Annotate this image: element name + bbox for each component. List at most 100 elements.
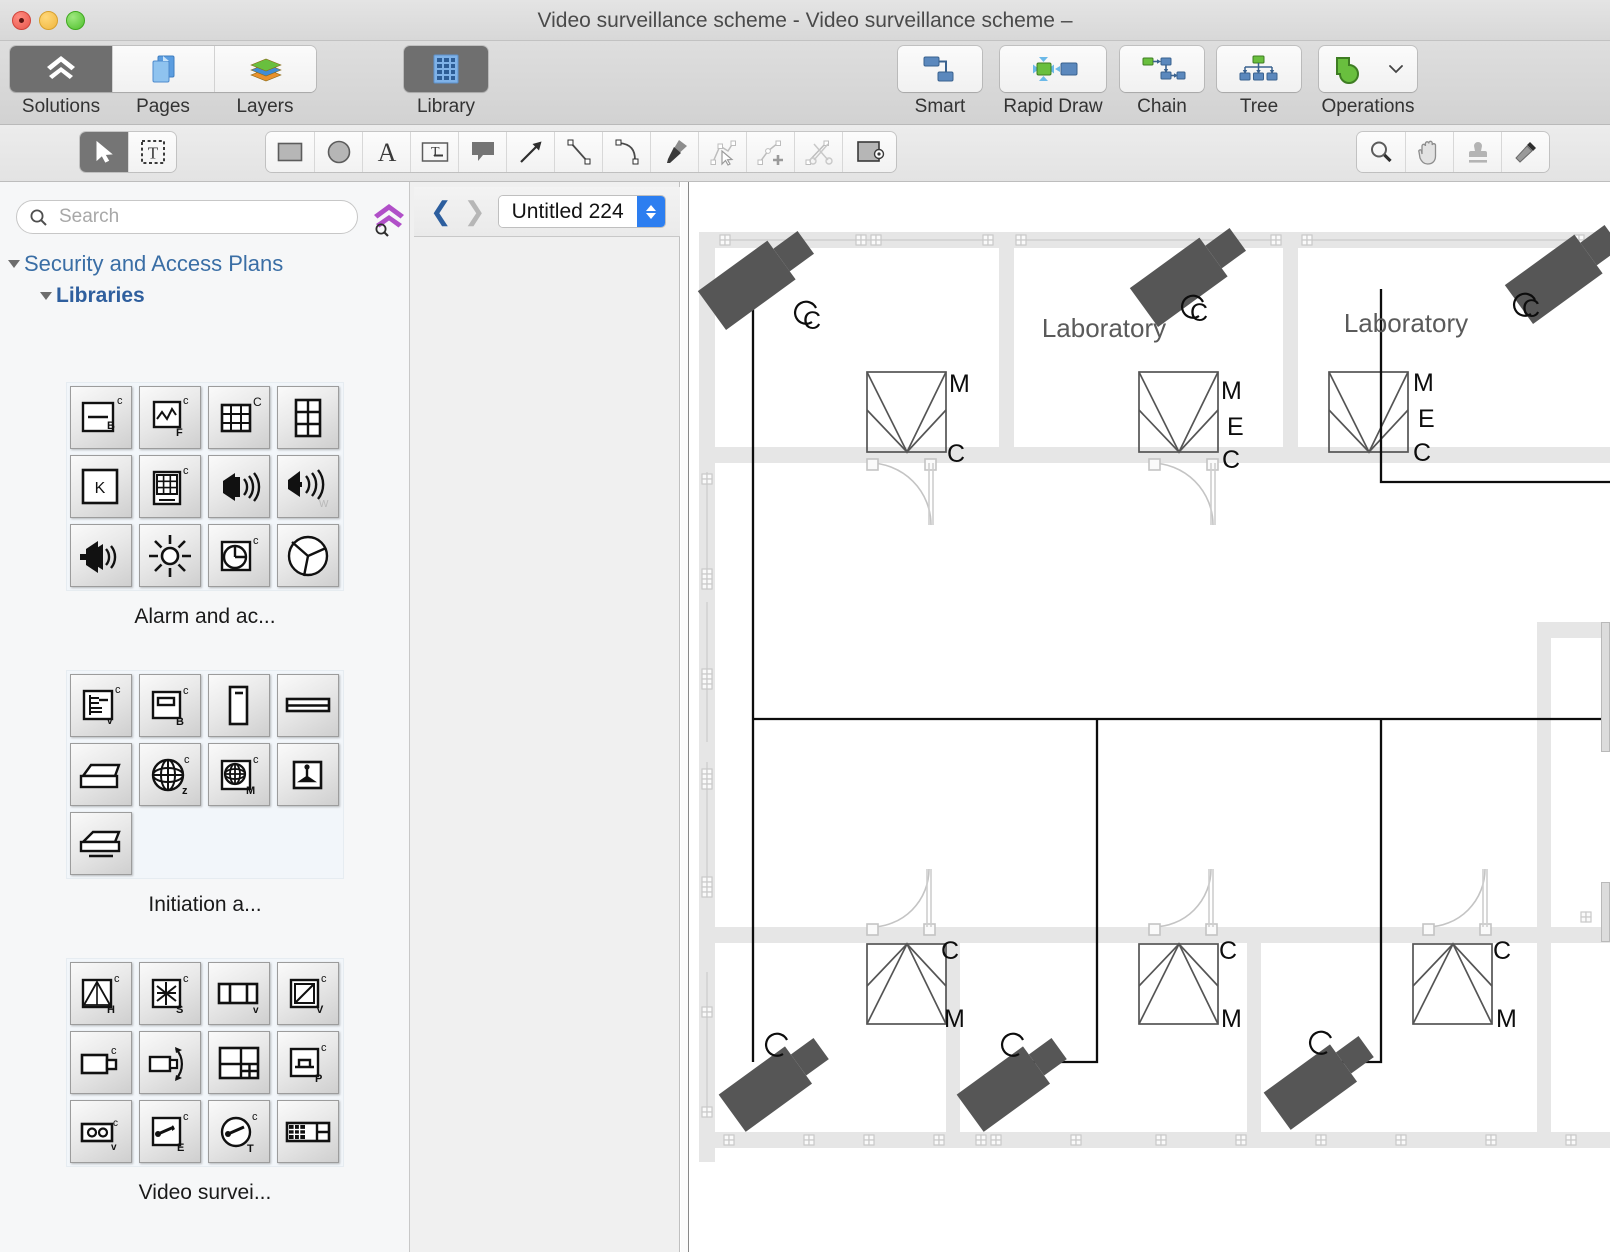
disclosure-triangle-icon[interactable]	[40, 292, 52, 300]
canvas-scroll-nub-bottom[interactable]	[1601, 882, 1610, 942]
library-icon-globe-c-z[interactable]: c z	[139, 743, 201, 806]
library-icon-quad-split[interactable]	[208, 1031, 270, 1094]
library-icon-bar-module[interactable]	[277, 674, 339, 737]
device-marker: E	[1418, 405, 1435, 433]
stepper-updown-icon[interactable]	[636, 196, 665, 227]
library-icon-screen-diag-c-v[interactable]: c V	[277, 962, 339, 1025]
library-icon-camera-box-c-e[interactable]: c E	[139, 1100, 201, 1163]
library-icon-bell-box-c-b[interactable]: c B	[70, 386, 132, 449]
room-label: Laboratory	[1042, 313, 1166, 343]
library-icon-card-printer[interactable]	[70, 812, 132, 875]
ellipse-tool[interactable]	[314, 132, 362, 172]
device-marker: E	[1227, 413, 1244, 441]
pan-tool[interactable]	[1405, 132, 1453, 172]
library-icon-vibration-sensor-c-f[interactable]: c F	[139, 386, 201, 449]
text-select-tool[interactable]: T	[128, 132, 176, 172]
tree-node-label: Libraries	[56, 284, 145, 307]
library-icon-loud-siren[interactable]	[70, 524, 132, 587]
library-icon-siren[interactable]	[208, 455, 270, 518]
library-icon-button-box-c-b[interactable]: c B	[139, 674, 201, 737]
search-field[interactable]: Search	[16, 200, 358, 234]
library-icon-camera-ptz[interactable]	[139, 1031, 201, 1094]
ribbon-item-solutions[interactable]	[10, 46, 112, 92]
operations-button[interactable]	[1319, 46, 1417, 92]
library-icon-empty-slot	[277, 812, 339, 875]
library-icon-motion-fan[interactable]	[277, 524, 339, 587]
ribbon-item-pages[interactable]	[112, 46, 214, 92]
camera-symbol[interactable]	[718, 1030, 835, 1132]
device-marker: C	[1222, 446, 1240, 474]
library-icon-camera-cross-c-s[interactable]: c S	[139, 962, 201, 1025]
stamp-tool[interactable]	[1453, 132, 1501, 172]
canvas-scroll-nub-top[interactable]	[1601, 622, 1610, 752]
camera-symbol[interactable]	[1263, 1028, 1380, 1130]
rapid-draw-button[interactable]	[1000, 46, 1106, 92]
library-icon-scanner[interactable]	[70, 743, 132, 806]
library-icon-pedestal-reader[interactable]	[277, 743, 339, 806]
chevron-down-icon[interactable]	[1386, 59, 1406, 79]
drawing-canvas[interactable]: Laboratory Laboratory C M C C M E C M E …	[681, 182, 1610, 1252]
edit-points-tool[interactable]	[698, 132, 746, 172]
library-icon-siren-w[interactable]: W	[277, 455, 339, 518]
library-icon-monitor-triple-v[interactable]: v	[208, 962, 270, 1025]
ribbon-item-layers[interactable]	[214, 46, 316, 92]
pointer-tool[interactable]	[80, 132, 128, 172]
cut-path-tool[interactable]	[794, 132, 842, 172]
vibration-sensor-c-f-icon: c F	[152, 395, 189, 439]
rapid-draw-icon	[1033, 57, 1078, 81]
library-icon-timer-clock-c[interactable]: c	[208, 524, 270, 587]
chevron-right-icon[interactable]: ❯	[458, 196, 492, 227]
camera-symbol[interactable]	[956, 1030, 1073, 1132]
library-icon-panel-list-c-v[interactable]: c v	[70, 674, 132, 737]
curve-tool[interactable]	[602, 132, 650, 172]
line-tool[interactable]	[554, 132, 602, 172]
library-icon-vcr-tape-c-v[interactable]: c v	[70, 1100, 132, 1163]
library-icon-dome-camera-c-t[interactable]: c T	[208, 1100, 270, 1163]
library-icon-camera-side-c[interactable]: c	[70, 1031, 132, 1094]
text-tool[interactable]: A	[362, 132, 410, 172]
shadow-tool[interactable]	[842, 132, 896, 172]
text-box-tool[interactable]: T	[410, 132, 458, 172]
solution-badge-icon[interactable]	[368, 198, 410, 240]
arrow-tool[interactable]	[506, 132, 554, 172]
panel-list-c-v-icon: c v	[82, 684, 121, 727]
library-icon-panel-grid[interactable]	[277, 386, 339, 449]
library-icon-matrix-panel[interactable]	[277, 1100, 339, 1163]
callout-tool[interactable]	[458, 132, 506, 172]
library-icon-monitor-stand-c-p[interactable]: c P	[277, 1031, 339, 1094]
add-point-tool[interactable]	[746, 132, 794, 172]
library-icon-keypad-c[interactable]: c	[139, 455, 201, 518]
library-icon-key-switch-k[interactable]: K	[70, 455, 132, 518]
camera-cone-c-h-icon: c H	[81, 973, 120, 1016]
key-switch-k-icon: K	[81, 468, 119, 504]
eyedropper-tool[interactable]	[1501, 132, 1549, 172]
chain-button[interactable]	[1120, 46, 1204, 92]
smart-button[interactable]	[898, 46, 982, 92]
library-icon-strobe-light[interactable]	[139, 524, 201, 587]
library-icon-globe-box-c-m[interactable]: c M	[208, 743, 270, 806]
chevron-left-icon[interactable]: ❮	[424, 196, 458, 227]
pen-tool[interactable]	[650, 132, 698, 172]
card-printer-icon	[79, 830, 121, 857]
tree-button[interactable]	[1217, 46, 1301, 92]
tree-node-security-and-access-plans[interactable]: Security and Access Plans	[0, 248, 409, 280]
quad-split-icon	[218, 1046, 260, 1079]
rectangle-tool[interactable]	[266, 132, 314, 172]
svg-text:c: c	[183, 465, 189, 477]
svg-text:v: v	[107, 716, 113, 727]
library-icon-door-strip[interactable]	[208, 674, 270, 737]
ribbon-tree-group: Tree	[1217, 46, 1301, 118]
matrix-panel-icon	[285, 1121, 331, 1142]
tree-node-libraries[interactable]: Libraries	[0, 280, 409, 312]
library-icon-grille-c[interactable]: C	[208, 386, 270, 449]
svg-text:c: c	[117, 395, 123, 407]
disclosure-triangle-icon[interactable]	[8, 260, 20, 268]
page-selector[interactable]: Untitled 224	[497, 195, 666, 228]
library-button[interactable]	[404, 46, 488, 92]
search-input[interactable]: Search	[59, 206, 119, 228]
floor-plan-drawing[interactable]: Laboratory Laboratory C M C C M E C M E …	[681, 182, 1610, 1252]
zoom-tool[interactable]	[1357, 132, 1405, 172]
page-name-value[interactable]: Untitled 224	[498, 196, 637, 227]
library-icon-camera-cone-c-h[interactable]: c H	[70, 962, 132, 1025]
panel-grid-icon	[294, 398, 322, 437]
